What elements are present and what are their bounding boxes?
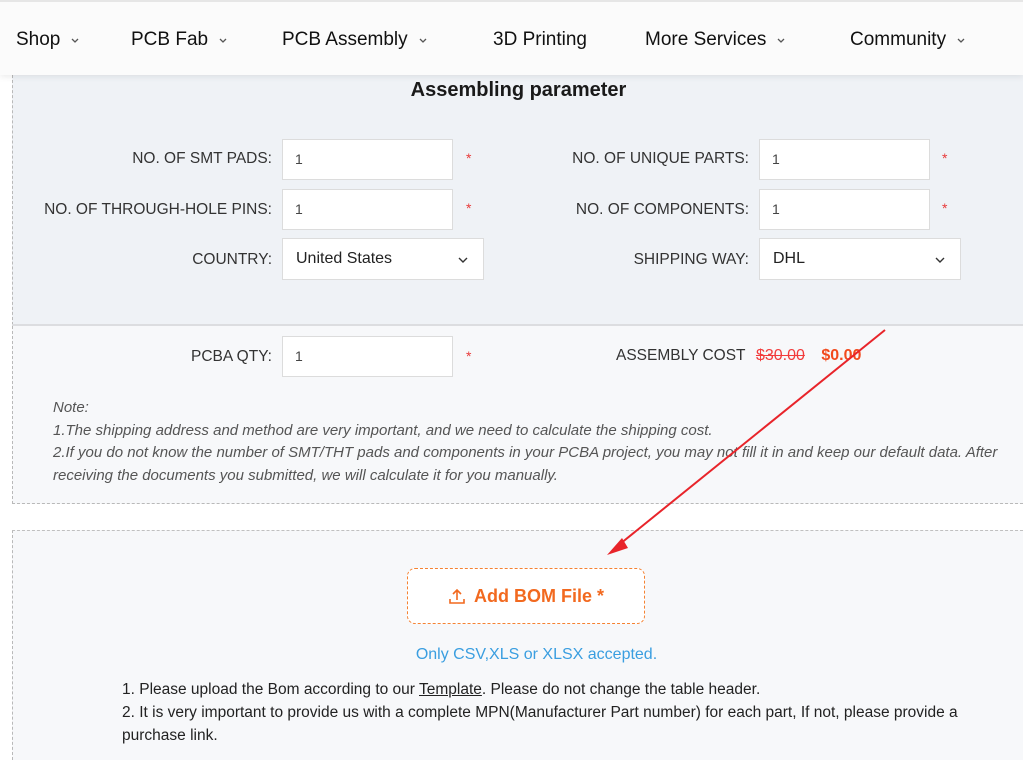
required-marker: * [466,200,472,216]
nav-item-label: Community [850,29,947,50]
nav-item-shop[interactable]: Shop [16,29,80,51]
nav-item-community[interactable]: Community [850,29,966,51]
unique-parts-input[interactable]: 1 [759,139,930,180]
note-text: Note: 1.The shipping address and method … [53,397,1013,487]
chevron-down-icon [777,38,785,43]
bom-instruction-1: 1. Please upload the Bom according to ou… [122,678,1002,701]
through-hole-pins-input[interactable]: 1 [282,189,453,230]
add-bom-file-button[interactable]: Add BOM File * [407,568,645,624]
assembly-cost-original: $30.00 [755,347,805,364]
chevron-down-icon [957,38,965,43]
chevron-down-icon [458,257,468,263]
chevron-down-icon [219,38,227,43]
instruction-text: . Please do not change the table header. [481,681,761,698]
nav-item-more-services[interactable]: More Services [645,29,786,51]
top-navigation: Shop PCB Fab PCB Assembly 3D Printing Mo… [0,0,1023,75]
smt-pads-label: NO. OF SMT PADS: [132,150,272,167]
nav-item-label: 3D Printing [493,29,587,50]
components-label: NO. OF COMPONENTS: [575,201,749,218]
accepted-formats-text: Only CSV,XLS or XLSX accepted. [415,646,658,663]
bom-instruction-2: 2. It is very important to provide us wi… [122,704,958,744]
nav-item-label: Shop [16,29,61,50]
required-marker: * [942,200,948,216]
assembly-cost: ASSEMBLY COST $30.00 $0.00 [616,347,861,365]
section-title: Assembling parameter [410,79,627,101]
add-bom-file-label: Add BOM File * [474,585,604,606]
note-line: 1.The shipping address and method are ve… [53,421,713,439]
pcba-qty-label: PCBA QTY: [191,348,272,365]
country-label: COUNTRY: [192,251,272,268]
country-value: United States [296,250,393,267]
instruction-text: 1. Please upload the Bom according to ou… [122,681,419,698]
note-line: 2.If you do not know the number of SMT/T… [53,444,998,484]
chevron-down-icon [935,257,945,263]
unique-parts-label: NO. OF UNIQUE PARTS: [572,150,749,167]
bom-instructions: 1. Please upload the Bom according to ou… [122,678,1002,747]
through-hole-pins-label: NO. OF THROUGH-HOLE PINS: [44,201,272,218]
shipping-way-label: SHIPPING WAY: [633,251,749,268]
country-select[interactable]: United States [282,238,484,280]
smt-pads-input[interactable]: 1 [282,139,453,180]
template-link[interactable]: Template [419,681,482,698]
shipping-way-value: DHL [773,250,806,267]
required-marker: * [466,348,472,364]
assembly-cost-current: $0.00 [821,347,862,364]
shipping-way-select[interactable]: DHL [759,238,961,280]
nav-item-pcb-fab[interactable]: PCB Fab [131,29,228,51]
required-marker: * [942,150,948,166]
assembly-cost-label: ASSEMBLY COST [616,347,746,364]
chevron-down-icon [419,38,427,43]
components-input[interactable]: 1 [759,189,930,230]
nav-item-label: PCB Fab [131,29,209,50]
nav-item-pcb-assembly[interactable]: PCB Assembly [282,29,428,51]
nav-item-label: More Services [645,29,767,50]
pcba-qty-input[interactable]: 1 [282,336,453,377]
required-marker: * [466,150,472,166]
nav-item-label: PCB Assembly [282,29,408,50]
nav-item-3d-printing[interactable]: 3D Printing [493,29,587,51]
upload-icon [449,588,465,604]
chevron-down-icon [71,38,79,43]
note-heading: Note: [53,399,89,416]
